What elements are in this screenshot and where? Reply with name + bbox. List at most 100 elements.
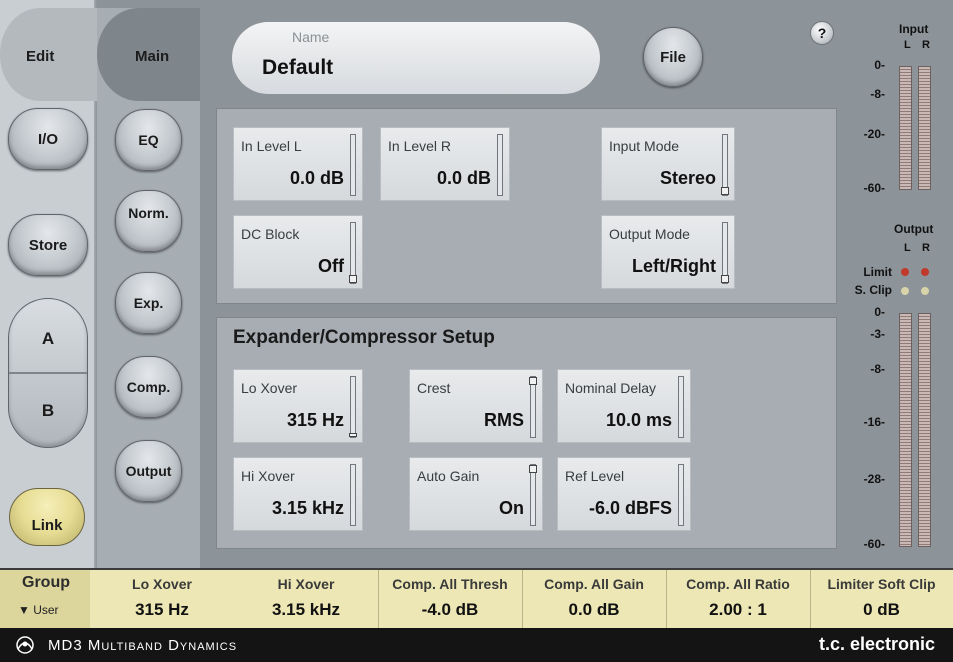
param-label: Lo Xover	[241, 380, 298, 396]
quick-param-label: Comp. All Gain	[544, 576, 644, 592]
tab-main[interactable]: Main	[97, 8, 200, 101]
output-meter-title: Output	[894, 222, 934, 236]
tab-edit[interactable]: Edit	[0, 8, 97, 101]
param-label: DC Block	[241, 226, 300, 242]
quick-param-comp-gain[interactable]: Comp. All Gain 0.0 dB	[522, 570, 666, 630]
quick-param-label: Hi Xover	[277, 576, 335, 592]
param-label: Hi Xover	[241, 468, 295, 484]
param-value: RMS	[484, 410, 524, 430]
param-slider[interactable]	[529, 464, 537, 526]
slider-thumb[interactable]	[349, 433, 357, 437]
help-glyph: ?	[817, 25, 827, 41]
sub-item-norm[interactable]: Norm.	[115, 190, 182, 252]
param-slider[interactable]	[721, 134, 729, 196]
param-label: In Level L	[241, 138, 302, 154]
hi-xover-param[interactable]: Hi Xover 3.15 kHz	[233, 457, 363, 531]
param-value: 0.0 dB	[436, 168, 491, 188]
store-button[interactable]: Store	[8, 214, 88, 276]
quick-param-hi-xover[interactable]: Hi Xover 3.15 kHz	[234, 570, 378, 630]
product-title: MD3 Multiband Dynamics	[48, 637, 238, 654]
file-button[interactable]: File	[643, 27, 703, 87]
input-meter-r	[918, 66, 931, 190]
slider-thumb[interactable]	[529, 377, 537, 385]
meter-l-label: L	[904, 242, 911, 254]
sub-item-eq[interactable]: EQ	[115, 109, 182, 171]
ab-divider	[9, 372, 87, 374]
slider-thumb[interactable]	[529, 465, 537, 473]
scale-label: -3-	[870, 327, 885, 341]
sub-item-label: Norm.	[128, 205, 169, 221]
slider-thumb[interactable]	[349, 275, 357, 283]
link-button[interactable]: Link	[9, 488, 85, 546]
scale-label: -60-	[863, 537, 885, 551]
sclip-label: S. Clip	[854, 283, 892, 297]
param-slider[interactable]	[350, 134, 356, 196]
sub-item-comp[interactable]: Comp.	[115, 356, 182, 418]
quick-param-comp-thresh[interactable]: Comp. All Thresh -4.0 dB	[378, 570, 522, 630]
slider-thumb[interactable]	[721, 275, 729, 283]
sub-item-label: EQ	[138, 132, 159, 148]
param-label: In Level R	[388, 138, 452, 154]
param-value: Left/Right	[632, 256, 716, 276]
ref-level-param[interactable]: Ref Level -6.0 dBFS	[557, 457, 691, 531]
scale-label: 0-	[874, 305, 885, 319]
output-meter-r	[918, 313, 931, 547]
input-mode-param[interactable]: Input Mode Stereo	[601, 127, 735, 201]
limit-led-r	[921, 268, 929, 276]
quick-param-comp-ratio[interactable]: Comp. All Ratio 2.00 : 1	[666, 570, 810, 630]
nominal-delay-param[interactable]: Nominal Delay 10.0 ms	[557, 369, 691, 443]
brand-logo: t.c. electronic	[818, 634, 935, 654]
param-slider[interactable]	[350, 464, 356, 526]
group-selector[interactable]: Group ▼ User	[0, 570, 90, 630]
auto-gain-param[interactable]: Auto Gain On	[409, 457, 543, 531]
sub-item-label: Output	[125, 463, 172, 479]
scale-label: -60-	[863, 181, 885, 195]
quick-param-value: 0 dB	[863, 600, 900, 619]
preset-name-field[interactable]: Name Default	[232, 22, 600, 94]
panel-title: Expander/Compressor Setup	[233, 327, 495, 348]
quick-param-limiter-soft-clip[interactable]: Limiter Soft Clip 0 dB	[810, 570, 953, 630]
lo-xover-param[interactable]: Lo Xover 315 Hz	[233, 369, 363, 443]
param-value: 10.0 ms	[605, 410, 672, 430]
sub-item-exp[interactable]: Exp.	[115, 272, 182, 334]
in-level-l-param[interactable]: In Level L 0.0 dB	[233, 127, 363, 201]
a-button[interactable]: A	[9, 329, 87, 349]
group-label: Group	[22, 574, 70, 591]
tab-main-label: Main	[135, 48, 170, 65]
quick-param-lo-xover[interactable]: Lo Xover 315 Hz	[90, 570, 234, 630]
quick-param-label: Comp. All Thresh	[392, 576, 508, 592]
param-slider[interactable]	[678, 376, 684, 438]
limit-label: Limit	[863, 265, 892, 279]
param-label: Ref Level	[565, 468, 625, 484]
link-button-label: Link	[31, 517, 63, 534]
param-value: 3.15 kHz	[271, 498, 344, 518]
sub-item-output[interactable]: Output	[115, 440, 182, 502]
sub-item-label: Exp.	[133, 295, 164, 311]
slider-thumb[interactable]	[721, 187, 729, 195]
sclip-led-r	[921, 287, 929, 295]
param-slider[interactable]	[529, 376, 537, 438]
param-slider[interactable]	[678, 464, 684, 526]
meter-r-label: R	[922, 242, 930, 254]
in-level-r-param[interactable]: In Level R 0.0 dB	[380, 127, 510, 201]
b-button[interactable]: B	[9, 401, 87, 421]
footer: MD3 Multiband Dynamics t.c. electronic	[0, 628, 953, 662]
crest-param[interactable]: Crest RMS	[409, 369, 543, 443]
md3-window: Edit Main I/O Store A B Link EQ Norm. Ex…	[0, 0, 953, 662]
preset-name: Default	[262, 56, 334, 79]
quick-param-value: 3.15 kHz	[271, 600, 341, 619]
io-button[interactable]: I/O	[8, 108, 88, 170]
param-slider[interactable]	[349, 222, 357, 284]
param-label: Output Mode	[609, 226, 690, 242]
param-slider[interactable]	[349, 376, 357, 438]
output-meter-l	[899, 313, 912, 547]
group-dropdown[interactable]: ▼ User	[18, 603, 59, 617]
output-mode-param[interactable]: Output Mode Left/Right	[601, 215, 735, 289]
sclip-led-l	[901, 287, 909, 295]
quick-param-value: 0.0 dB	[568, 600, 620, 619]
dc-block-param[interactable]: DC Block Off	[233, 215, 363, 289]
param-slider[interactable]	[497, 134, 503, 196]
help-icon[interactable]: ?	[810, 21, 834, 45]
limit-led-l	[901, 268, 909, 276]
param-slider[interactable]	[721, 222, 729, 284]
